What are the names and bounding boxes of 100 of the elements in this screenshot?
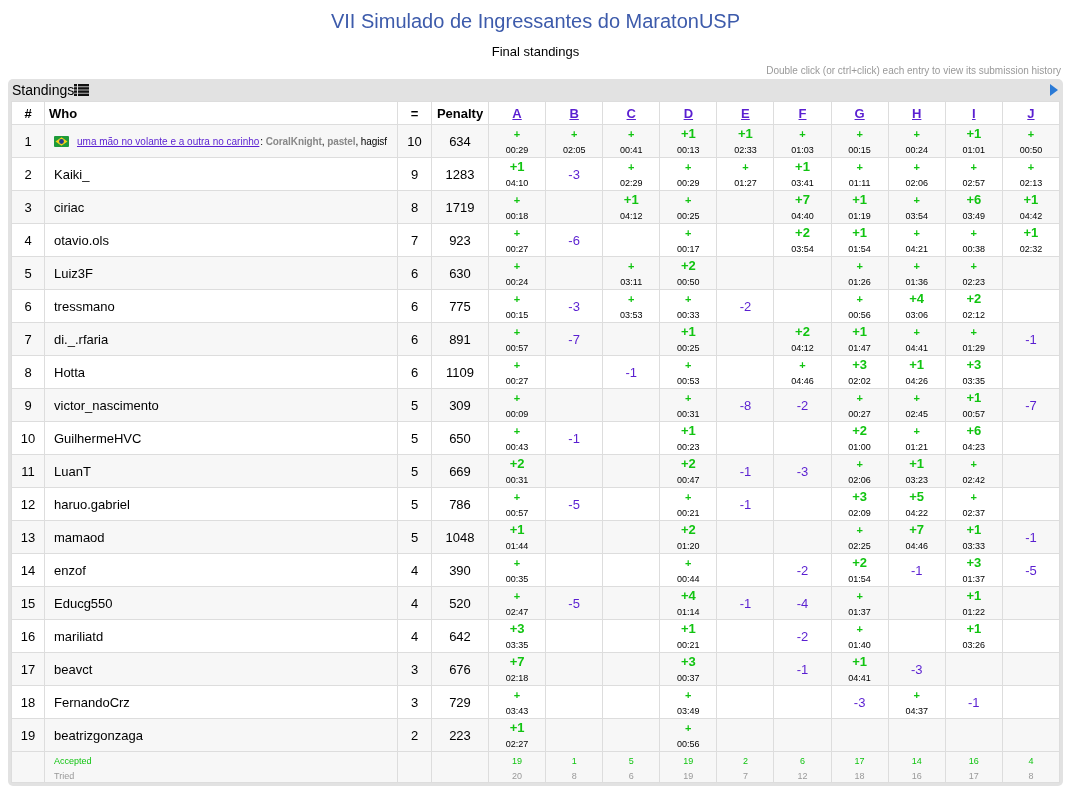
accepted-tries: +: [628, 162, 635, 173]
submission-time: 01:36: [905, 277, 928, 288]
penalty-cell: 1109: [431, 355, 489, 389]
accepted-tries: +: [685, 690, 692, 701]
rank-cell: 7: [11, 322, 45, 356]
submission-time: 02:02: [848, 376, 871, 387]
accepted-tries: +1: [680, 127, 696, 140]
rejected-tries: -1: [910, 562, 923, 578]
problem-link[interactable]: B: [569, 105, 579, 121]
problem-link[interactable]: H: [912, 105, 922, 121]
accepted-tries: +2: [680, 523, 696, 536]
accepted-tries: +1: [852, 655, 867, 668]
team-link[interactable]: uma mão no volante e a outra no carinho: [77, 135, 260, 147]
submission-time: 02:42: [962, 475, 986, 486]
submission-time: 02:33: [734, 145, 757, 156]
submission-time: 02:25: [848, 541, 871, 552]
accepted-tries: +: [913, 690, 920, 701]
accepted-tries: +2: [680, 259, 696, 272]
contestant-name: mariliatd: [54, 628, 104, 644]
penalty-cell: 1283: [431, 157, 489, 191]
contestant-name: tressmano: [54, 298, 115, 314]
rank-cell: 1: [11, 124, 45, 158]
accepted-tries: +: [856, 459, 863, 470]
accepted-tries: +1: [680, 424, 696, 437]
submission-time: 00:29: [677, 178, 700, 189]
contestant-name: Kaiki_: [54, 166, 90, 182]
submission-time: 00:29: [505, 145, 529, 156]
solved-cell: 6: [397, 322, 432, 356]
tried-count: 12: [797, 771, 808, 782]
accepted-tries: +1: [509, 721, 525, 734]
submission-time: 01:27: [734, 178, 757, 189]
submission-time: 02:13: [1019, 178, 1043, 189]
accepted-tries: +3: [509, 622, 525, 635]
play-arrow-icon[interactable]: [1050, 84, 1058, 96]
rank-cell: 18: [11, 685, 45, 719]
submission-time: 00:41: [619, 145, 643, 156]
accepted-tries: +: [1027, 129, 1035, 140]
accepted-tries: +1: [738, 127, 753, 140]
rejected-tries: -7: [568, 331, 580, 347]
tried-count: 18: [854, 771, 865, 782]
submission-time: 03:49: [962, 211, 986, 222]
accepted-tries: +: [913, 129, 920, 140]
rank-cell: 14: [11, 553, 45, 587]
rank-cell: 13: [11, 520, 45, 554]
contestant-name: Hotta: [54, 364, 86, 380]
accepted-tries: +6: [966, 424, 982, 437]
accepted-tries: +: [856, 591, 863, 602]
penalty-header: Penalty: [436, 105, 484, 121]
accepted-tries: +: [970, 228, 977, 239]
problem-link[interactable]: J: [1027, 105, 1035, 121]
accepted-tries: +: [513, 591, 521, 602]
accepted-tries: +: [513, 261, 521, 272]
submission-time: 00:44: [677, 574, 700, 585]
who-header: Who: [49, 105, 78, 121]
accepted-tries: +: [970, 327, 977, 338]
problem-link[interactable]: A: [512, 105, 522, 121]
submission-time: 03:33: [962, 541, 986, 552]
tried-label: Tried: [54, 771, 75, 782]
submission-time: 03:41: [791, 178, 814, 189]
rejected-tries: -3: [796, 463, 809, 479]
submission-time: 00:50: [1019, 145, 1043, 156]
submission-time: 00:53: [677, 376, 700, 387]
submission-time: 01:21: [905, 442, 928, 453]
problem-link[interactable]: C: [626, 105, 636, 121]
accepted-tries: +: [913, 426, 920, 437]
rank-cell: 11: [11, 454, 45, 488]
page-subtitle: Final standings: [491, 44, 580, 60]
accepted-tries: +1: [966, 391, 982, 404]
problem-link[interactable]: I: [972, 105, 976, 121]
accepted-tries: +: [513, 294, 521, 305]
solved-cell: 4: [397, 553, 432, 587]
accepted-tries: +: [799, 360, 806, 371]
rejected-tries: -4: [796, 595, 809, 611]
submission-time: 00:37: [677, 673, 700, 684]
problem-link[interactable]: G: [854, 105, 865, 121]
penalty-cell: 775: [431, 289, 489, 323]
solved-cell: 10: [397, 124, 432, 158]
list-icon[interactable]: [74, 84, 90, 96]
submission-time: 02:18: [505, 673, 529, 684]
accepted-tries: +3: [966, 358, 982, 371]
submission-time: 00:31: [677, 409, 700, 420]
submission-time: 02:05: [562, 145, 586, 156]
problem-link[interactable]: F: [798, 105, 807, 121]
accepted-tries: +: [513, 129, 521, 140]
submission-time: 00:25: [677, 211, 700, 222]
penalty-cell: 891: [431, 322, 489, 356]
accepted-tries: +5: [909, 490, 925, 503]
accepted-tries: +1: [966, 589, 982, 602]
problem-link[interactable]: D: [683, 105, 693, 121]
submission-time: 00:24: [905, 145, 928, 156]
penalty-cell: 669: [431, 454, 489, 488]
accepted-tries: +: [856, 261, 863, 272]
submission-time: 00:24: [505, 277, 529, 288]
accepted-tries: +1: [852, 226, 867, 239]
accepted-tries: +3: [852, 358, 867, 371]
accepted-tries: +: [513, 558, 521, 569]
problem-link[interactable]: E: [741, 105, 750, 121]
submission-time: 00:27: [505, 244, 529, 255]
penalty-cell: 630: [431, 256, 489, 290]
submission-time: 03:35: [505, 640, 529, 651]
